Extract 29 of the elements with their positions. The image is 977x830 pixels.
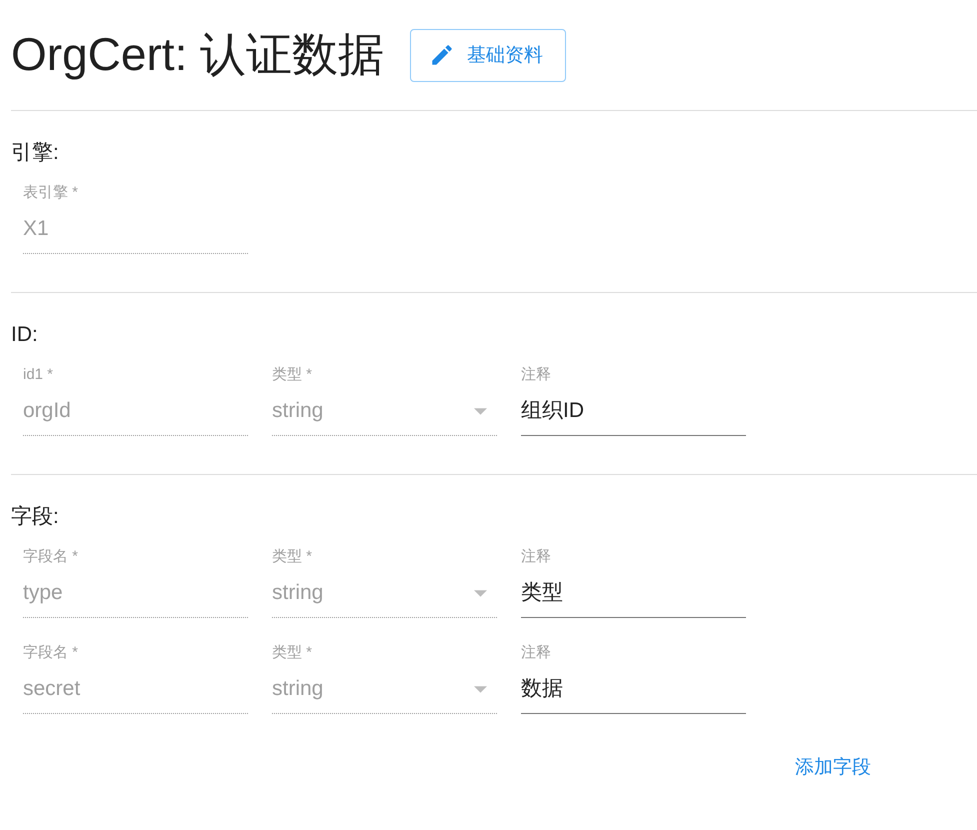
field-label: id1 *	[23, 365, 54, 385]
page-title: OrgCert: 认证数据	[11, 27, 384, 82]
field-label: 表引擎 *	[23, 183, 80, 203]
section-heading: 字段:	[11, 504, 60, 530]
dropdown: string	[272, 567, 497, 618]
text-field: secret	[23, 663, 248, 714]
text-field[interactable]: 数据	[521, 663, 746, 714]
caret-icon	[474, 590, 487, 596]
edit-button[interactable]: 基础资料	[410, 28, 566, 82]
field-label: 字段名 *	[23, 643, 80, 663]
add-field-button[interactable]: 添加字段	[795, 748, 871, 786]
caret-icon	[474, 686, 487, 692]
caret-icon	[474, 408, 487, 414]
text-field: orgId	[23, 385, 248, 436]
field-label: 注释	[521, 547, 552, 567]
field-label: 注释	[521, 643, 552, 663]
field-label: 类型 *	[272, 643, 314, 663]
field-label: 类型 *	[272, 547, 314, 567]
text-field[interactable]: 组织ID	[521, 385, 746, 436]
field-label: 类型 *	[272, 365, 314, 385]
text-field[interactable]: 类型	[521, 567, 746, 618]
section-heading: ID:	[11, 322, 39, 348]
text-field: type	[23, 567, 248, 618]
dropdown: string	[272, 663, 497, 714]
field-label: 字段名 *	[23, 547, 80, 567]
section-heading: 引擎:	[11, 140, 60, 166]
text-field: X1	[23, 203, 248, 254]
dropdown: string	[272, 385, 497, 436]
field-label: 注释	[521, 365, 552, 385]
